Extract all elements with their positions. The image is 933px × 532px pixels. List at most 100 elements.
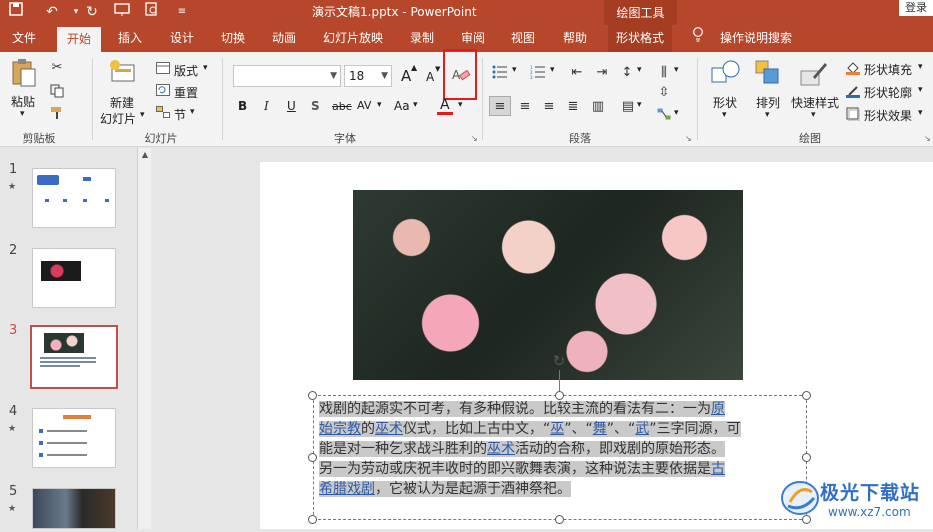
tab-help[interactable]: 帮助 [557, 25, 593, 52]
tab-record[interactable]: 录制 [404, 25, 440, 52]
justify-icon[interactable]: ≣ [563, 96, 583, 116]
resize-handle-top-left[interactable] [308, 391, 317, 400]
resize-handle-top-right[interactable] [802, 391, 811, 400]
columns-dropdown-icon[interactable]: ▾ [674, 65, 679, 75]
shapes-button[interactable]: 形状 [713, 94, 737, 111]
smartart-convert-icon[interactable] [655, 106, 673, 122]
shapes-dropdown-icon[interactable]: ▾ [722, 110, 727, 120]
format-painter-icon[interactable] [48, 104, 66, 122]
new-slide-button[interactable]: 新建 [110, 94, 134, 111]
slide-thumbnail-4[interactable] [32, 408, 116, 468]
numbering-dropdown-icon[interactable]: ▾ [550, 65, 555, 75]
hyperlink-text[interactable]: 武 [635, 421, 650, 437]
quick-styles-icon[interactable] [798, 58, 830, 88]
thumbnail-scrollbar[interactable]: ▲ [137, 148, 151, 529]
new-slide-button-line2[interactable]: 幻灯片 [100, 110, 136, 127]
tab-review[interactable]: 审阅 [455, 25, 491, 52]
resize-handle-left[interactable] [308, 453, 317, 462]
section-button[interactable]: 节 [174, 106, 186, 123]
login-button[interactable]: 登录 [899, 0, 933, 16]
decrease-indent-icon[interactable]: ⇤ [568, 64, 586, 80]
layout-dropdown-icon[interactable]: ▾ [203, 63, 208, 73]
layout-button[interactable]: 版式 [174, 62, 198, 79]
bold-button[interactable]: B [238, 99, 247, 113]
smartart-dropdown-icon[interactable]: ▾ [674, 108, 679, 118]
quick-styles-button[interactable]: 快速样式 [791, 94, 839, 111]
italic-button[interactable]: I [264, 99, 269, 113]
drawing-dialog-launcher-icon[interactable]: ↘ [924, 134, 931, 143]
arrange-button[interactable]: 排列 [756, 94, 780, 111]
preview-icon[interactable] [140, 2, 164, 22]
align-text-dropdown-icon[interactable]: ▾ [637, 100, 642, 110]
line-spacing-dropdown-icon[interactable]: ▾ [637, 65, 642, 75]
quick-styles-dropdown-icon[interactable]: ▾ [811, 110, 816, 120]
change-case-dropdown-icon[interactable]: ▾ [413, 100, 418, 110]
section-dropdown-icon[interactable]: ▾ [190, 107, 195, 117]
hyperlink-text[interactable]: 巫 [550, 421, 565, 437]
text-direction-icon[interactable]: ▤ [618, 96, 638, 116]
search-tell-me[interactable]: 操作说明搜索 [716, 25, 796, 52]
copy-icon[interactable] [48, 82, 66, 100]
shape-outline-button[interactable]: 形状轮廓 [864, 84, 912, 101]
font-name-select[interactable]: ▼ [233, 65, 341, 87]
slide-textbox[interactable]: 戏剧的起源实不可考，有多种假说。比较主流的看法有二：一为原 始宗教的巫术仪式，比… [319, 399, 793, 499]
tab-view[interactable]: 视图 [505, 25, 541, 52]
change-case-button[interactable]: Aa [394, 99, 410, 113]
arrange-dropdown-icon[interactable]: ▾ [765, 110, 770, 120]
tab-insert[interactable]: 插入 [110, 25, 150, 52]
hyperlink-text[interactable]: 古 [711, 461, 725, 477]
shape-effects-dropdown-icon[interactable]: ▾ [918, 108, 923, 118]
scroll-up-icon[interactable]: ▲ [140, 150, 150, 160]
tab-file[interactable]: 文件 [0, 25, 48, 52]
rotate-icon[interactable]: ↻ [550, 352, 568, 370]
paste-dropdown-icon[interactable]: ▾ [20, 109, 25, 119]
hyperlink-text[interactable]: 舞 [592, 421, 607, 437]
align-right-icon[interactable]: ≡ [539, 96, 559, 116]
increase-indent-icon[interactable]: ⇥ [593, 64, 611, 80]
align-center-icon[interactable]: ≡ [515, 96, 535, 116]
tab-transitions[interactable]: 切换 [213, 25, 253, 52]
hyperlink-text[interactable]: 始宗教 [319, 421, 361, 437]
grow-font-button[interactable]: A [401, 67, 411, 85]
font-size-select[interactable]: 18 ▼ [344, 65, 392, 87]
underline-button[interactable]: U [287, 99, 296, 113]
new-slide-icon[interactable] [108, 58, 138, 86]
paste-icon[interactable] [10, 58, 38, 88]
shape-fill-button[interactable]: 形状填充 [864, 61, 912, 78]
shape-fill-dropdown-icon[interactable]: ▾ [918, 62, 923, 72]
align-left-icon[interactable]: ≡ [489, 96, 511, 116]
shape-outline-dropdown-icon[interactable]: ▾ [918, 85, 923, 95]
bullets-dropdown-icon[interactable]: ▾ [512, 65, 517, 75]
line-spacing-icon[interactable]: ↕ [618, 64, 636, 80]
resize-handle-right[interactable] [802, 453, 811, 462]
columns-icon[interactable]: ⫼ [655, 64, 673, 80]
slide-thumbnail-5[interactable] [32, 488, 116, 529]
slide-thumbnail-3[interactable] [30, 325, 118, 389]
shape-outline-icon[interactable] [845, 83, 861, 99]
present-icon[interactable] [110, 2, 134, 22]
hyperlink-text[interactable]: 希腊戏剧 [319, 481, 375, 497]
resize-handle-bottom[interactable] [555, 515, 564, 524]
paste-button[interactable]: 粘贴 [11, 93, 35, 110]
tab-home[interactable]: 开始 [57, 27, 101, 52]
arrange-icon[interactable] [753, 58, 783, 88]
strikethrough-button[interactable]: abc [332, 100, 352, 113]
new-slide-dropdown-icon[interactable]: ▾ [140, 110, 145, 120]
shrink-font-button[interactable]: A [426, 70, 434, 84]
slide-thumbnail-1[interactable] [32, 168, 116, 228]
bullets-icon[interactable] [490, 64, 510, 80]
save-icon[interactable] [4, 2, 28, 22]
hyperlink-text[interactable]: 巫术 [487, 441, 515, 457]
font-dialog-launcher-icon[interactable]: ↘ [471, 134, 478, 143]
tab-design[interactable]: 设计 [162, 25, 202, 52]
customize-qat-icon[interactable]: ≡ [170, 2, 194, 22]
undo-icon[interactable]: ↶ [40, 2, 64, 22]
shape-effects-button[interactable]: 形状效果 [864, 107, 912, 124]
tab-animations[interactable]: 动画 [264, 25, 304, 52]
cut-icon[interactable]: ✂ [48, 58, 66, 76]
redo-icon[interactable]: ↻ [80, 2, 104, 22]
resize-handle-bottom-left[interactable] [308, 515, 317, 524]
char-spacing-dropdown-icon[interactable]: ▾ [377, 100, 382, 110]
tab-shape-format[interactable]: 形状格式 [608, 25, 672, 52]
text-align-vertical-icon[interactable]: ⇳ [655, 84, 673, 100]
